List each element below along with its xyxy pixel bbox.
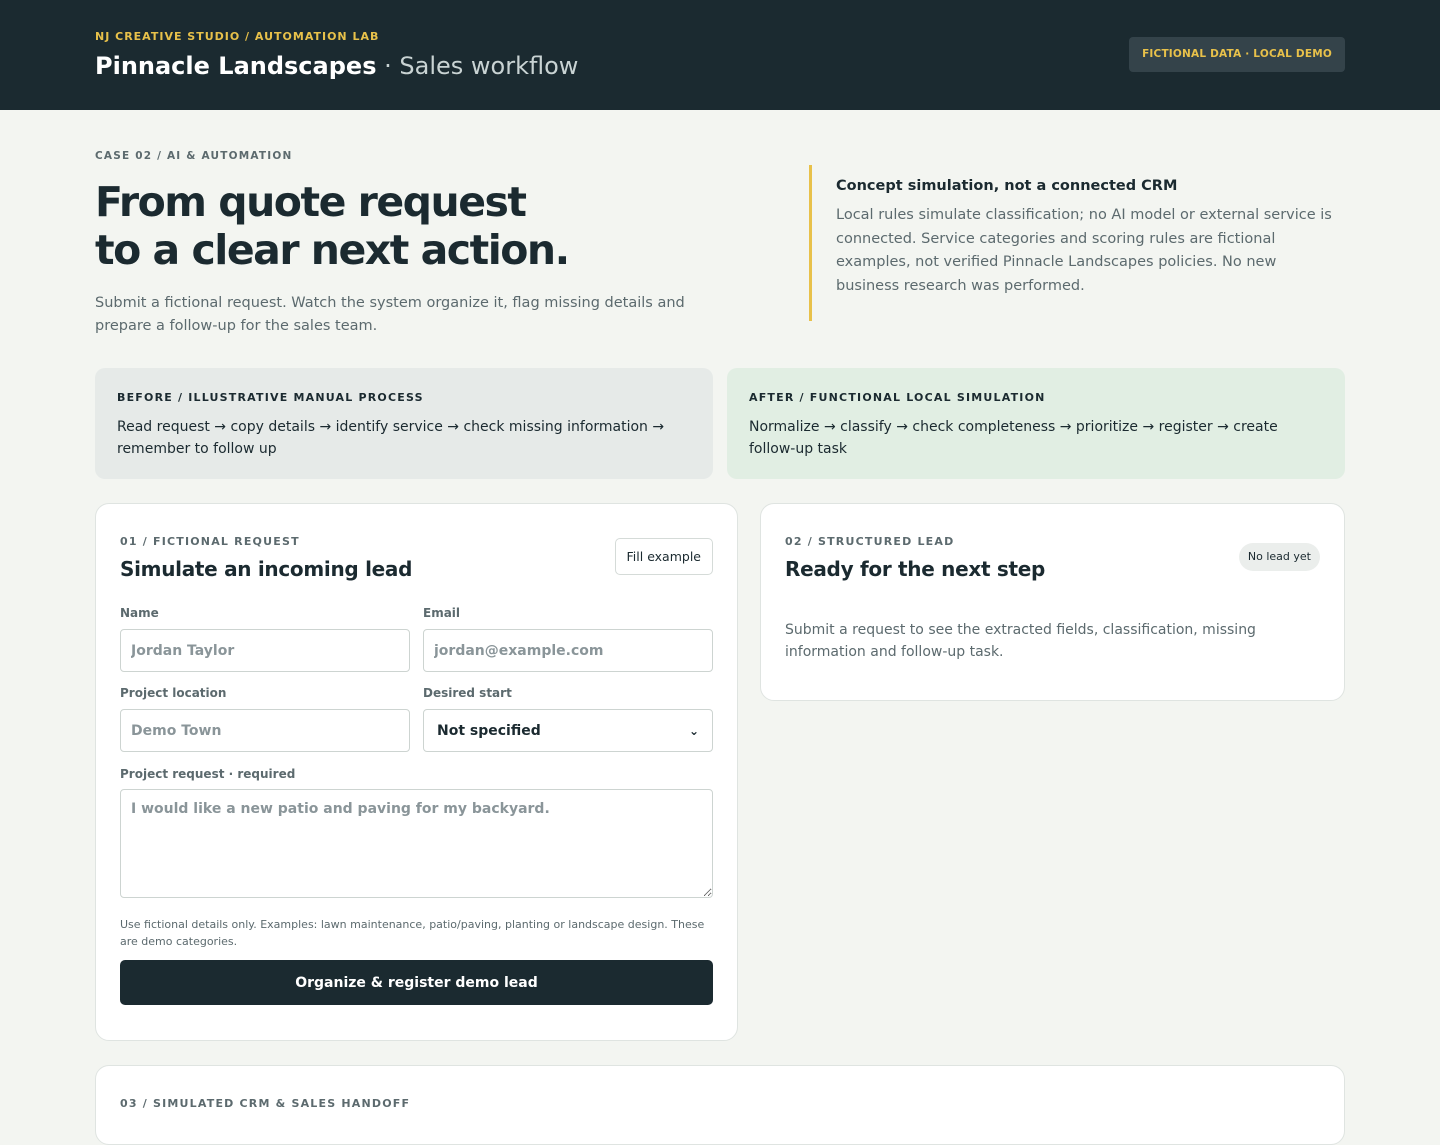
title-separator: · <box>376 52 400 80</box>
result-step-label: 02 / STRUCTURED LEAD <box>785 535 955 548</box>
before-flow: Read request → copy details → identify s… <box>117 419 665 457</box>
name-label: Name <box>120 606 159 620</box>
location-input[interactable] <box>120 709 410 752</box>
structured-lead-card: 02 / STRUCTURED LEAD Ready for the next … <box>760 503 1345 701</box>
app-title: Pinnacle Landscapes · Sales workflow <box>95 52 578 80</box>
result-placeholder-text: Submit a request to see the extracted fi… <box>785 622 1256 660</box>
desired-start-value: Not specified <box>437 722 541 739</box>
disclaimer-title: Concept simulation, not a connected CRM <box>836 178 1178 194</box>
form-step-label: 01 / FICTIONAL REQUEST <box>120 535 300 548</box>
result-title: Ready for the next step <box>785 557 1046 581</box>
request-label: Project request · required <box>120 767 296 781</box>
project-request-textarea[interactable] <box>120 789 713 898</box>
title-line-2: to a clear next action. <box>95 226 570 274</box>
disclaimer-note: Concept simulation, not a connected CRM … <box>809 165 1344 321</box>
after-label: AFTER / FUNCTIONAL LOCAL SIMULATION <box>749 391 1046 404</box>
name-input[interactable] <box>120 629 410 672</box>
top-bar: NJ CREATIVE STUDIO / AUTOMATION LAB Pinn… <box>0 0 1440 110</box>
email-label: Email <box>423 606 461 620</box>
before-label: BEFORE / ILLUSTRATIVE MANUAL PROCESS <box>117 391 424 404</box>
after-flow: Normalize → classify → check completenes… <box>749 419 1278 457</box>
case-label: CASE 02 / AI & AUTOMATION <box>95 150 293 162</box>
start-label: Desired start <box>423 686 512 700</box>
chevron-down-icon: ⌄ <box>688 723 699 738</box>
crm-card: 03 / SIMULATED CRM & SALES HANDOFF <box>95 1065 1345 1145</box>
form-hint: Use fictional details only. Examples: la… <box>120 918 705 948</box>
page-title: From quote request to a clear next actio… <box>95 178 735 274</box>
title-line-1: From quote request <box>95 178 527 226</box>
submit-lead-button[interactable]: Organize & register demo lead <box>120 960 713 1005</box>
hero: CASE 02 / AI & AUTOMATION From quote req… <box>95 150 735 338</box>
form-title: Simulate an incoming lead <box>120 557 413 581</box>
disclaimer-text: Local rules simulate classification; no … <box>836 207 1332 294</box>
lead-status-badge: No lead yet <box>1238 543 1320 571</box>
location-label: Project location <box>120 686 227 700</box>
brand-name: Pinnacle Landscapes <box>95 52 377 80</box>
fill-example-button[interactable]: Fill example <box>614 538 713 575</box>
after-process-panel: AFTER / FUNCTIONAL LOCAL SIMULATION Norm… <box>727 368 1345 479</box>
before-process-panel: BEFORE / ILLUSTRATIVE MANUAL PROCESS Rea… <box>95 368 713 479</box>
desired-start-select[interactable]: Not specified ⌄ <box>423 709 713 752</box>
request-form-card: 01 / FICTIONAL REQUEST Simulate an incom… <box>95 503 738 1041</box>
demo-badge: FICTIONAL DATA · LOCAL DEMO <box>1129 37 1345 72</box>
crm-step-label: 03 / SIMULATED CRM & SALES HANDOFF <box>120 1097 411 1110</box>
email-input[interactable] <box>423 629 713 672</box>
studio-label: NJ CREATIVE STUDIO / AUTOMATION LAB <box>95 30 380 43</box>
app-subtitle: Sales workflow <box>399 52 579 80</box>
hero-subtitle: Submit a fictional request. Watch the sy… <box>95 295 685 334</box>
